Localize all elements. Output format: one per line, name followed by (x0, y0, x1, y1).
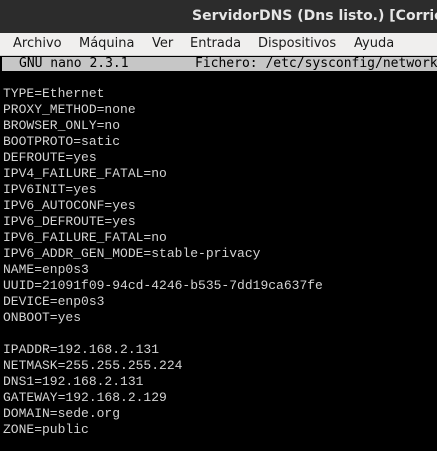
menu-dispositivos[interactable]: Dispositivos (258, 36, 336, 52)
file-content[interactable]: TYPE=Ethernet PROXY_METHOD=none BROWSER_… (3, 86, 435, 438)
file-line: ZONE=public (3, 422, 89, 437)
file-line: DOMAIN=sede.org (3, 406, 121, 421)
file-line: UUID=21091f09-94cd-4246-b535-7dd19ca637f… (3, 278, 323, 293)
nano-status-bar: GNU nano 2.3.1 Fichero: /etc/sysconfig/n… (2, 57, 437, 71)
file-line: DEVICE=enp0s3 (3, 294, 105, 309)
file-line: BOOTPROTO=satic (3, 134, 121, 149)
menu-entrada[interactable]: Entrada (190, 36, 241, 52)
file-line (3, 326, 435, 342)
window-titlebar[interactable]: ServidorDNS (Dns listo.) [Corriendo (0, 0, 437, 33)
file-line: IPV6_DEFROUTE=yes (3, 214, 136, 229)
menu-ver[interactable]: Ver (152, 36, 173, 52)
file-line: PROXY_METHOD=none (3, 102, 136, 117)
file-line: ONBOOT=yes (3, 310, 82, 325)
terminal-screen[interactable]: GNU nano 2.3.1 Fichero: /etc/sysconfig/n… (0, 56, 437, 451)
menu-archivo[interactable]: Archivo (13, 36, 62, 52)
nano-version: GNU nano 2.3.1 (19, 57, 129, 71)
file-line: TYPE=Ethernet (3, 86, 105, 101)
file-line: DNS1=192.168.2.131 (3, 374, 144, 389)
file-line: DEFROUTE=yes (3, 150, 97, 165)
file-line: IPADDR=192.168.2.131 (3, 342, 160, 357)
menu-maquina[interactable]: Máquina (79, 36, 135, 52)
file-line: NAME=enp0s3 (3, 262, 89, 277)
menu-bar: Archivo Máquina Ver Entrada Dispositivos… (0, 33, 437, 56)
window-title: ServidorDNS (Dns listo.) [Corriendo (192, 8, 437, 24)
file-line: IPV4_FAILURE_FATAL=no (3, 166, 167, 181)
menu-ayuda[interactable]: Ayuda (354, 36, 394, 52)
file-line: IPV6_ADDR_GEN_MODE=stable-privacy (3, 246, 261, 261)
vm-window: ServidorDNS (Dns listo.) [Corriendo Arch… (0, 0, 437, 451)
file-line: GATEWAY=192.168.2.129 (3, 390, 167, 405)
file-line: BROWSER_ONLY=no (3, 118, 121, 133)
nano-file-name: Fichero: /etc/sysconfig/network (195, 57, 437, 71)
file-line: IPV6_FAILURE_FATAL=no (3, 230, 167, 245)
file-line: IPV6INIT=yes (3, 182, 97, 197)
file-line: IPV6_AUTOCONF=yes (3, 198, 136, 213)
file-line: NETMASK=255.255.255.224 (3, 358, 183, 373)
